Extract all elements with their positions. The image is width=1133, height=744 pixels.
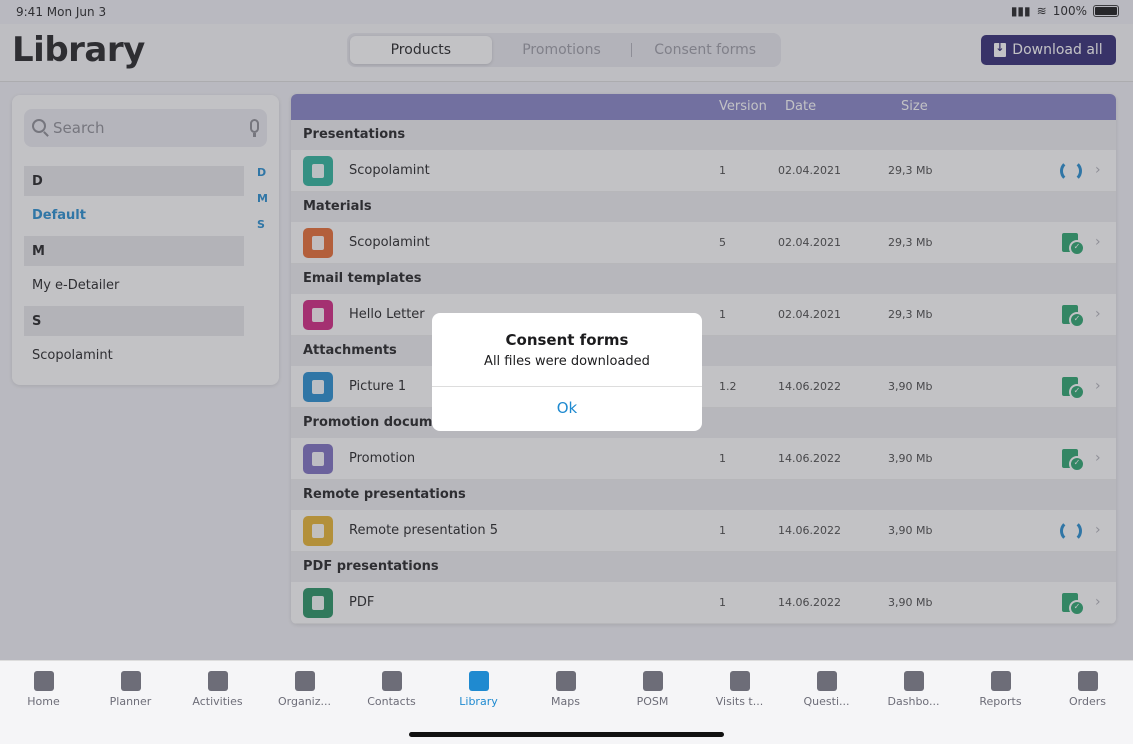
questionnaire-icon [816,671,837,691]
tab-label: Contacts [367,695,416,708]
tab-visits[interactable]: Visits t... [696,671,783,708]
tab-map-pin[interactable]: Maps [522,671,609,708]
tab-home[interactable]: Home [0,671,87,708]
tab-label: Orders [1069,695,1106,708]
bar-chart-icon [990,671,1011,691]
tab-label: Visits t... [715,695,764,708]
map-pin-icon [555,671,576,691]
briefcase-icon [207,671,228,691]
tab-calendar[interactable]: Planner [87,671,174,708]
tab-label: Library [459,695,498,708]
visits-icon [729,671,750,691]
tab-label: Dashbo... [887,695,940,708]
tab-book[interactable]: Library [435,671,522,708]
home-indicator [409,732,724,737]
tab-checklist[interactable]: Orders [1044,671,1131,708]
tab-questionnaire[interactable]: Questi... [783,671,870,708]
tab-posm[interactable]: POSM [609,671,696,708]
tab-briefcase[interactable]: Activities [174,671,261,708]
ok-button[interactable]: Ok [432,387,702,431]
pie-chart-icon [903,671,924,691]
checklist-icon [1077,671,1098,691]
alert-dialog: Consent forms All files were downloaded … [432,313,702,431]
tab-contacts[interactable]: Contacts [348,671,435,708]
tab-label: Questi... [803,695,850,708]
tab-label: POSM [636,695,669,708]
tab-label: Activities [192,695,243,708]
tab-bar-chart[interactable]: Reports [957,671,1044,708]
book-icon [468,671,489,691]
dialog-message: All files were downloaded [484,354,650,369]
home-icon [33,671,54,691]
tab-label: Home [27,695,60,708]
tab-label: Maps [551,695,580,708]
calendar-icon [120,671,141,691]
tab-label: Organiz... [277,695,331,708]
tab-building[interactable]: Organiz... [261,671,348,708]
dialog-title: Consent forms [505,331,629,349]
contacts-icon [381,671,402,691]
posm-icon [642,671,663,691]
building-icon [294,671,315,691]
tab-label: Reports [979,695,1022,708]
tab-label: Planner [109,695,152,708]
tab-pie-chart[interactable]: Dashbo... [870,671,957,708]
